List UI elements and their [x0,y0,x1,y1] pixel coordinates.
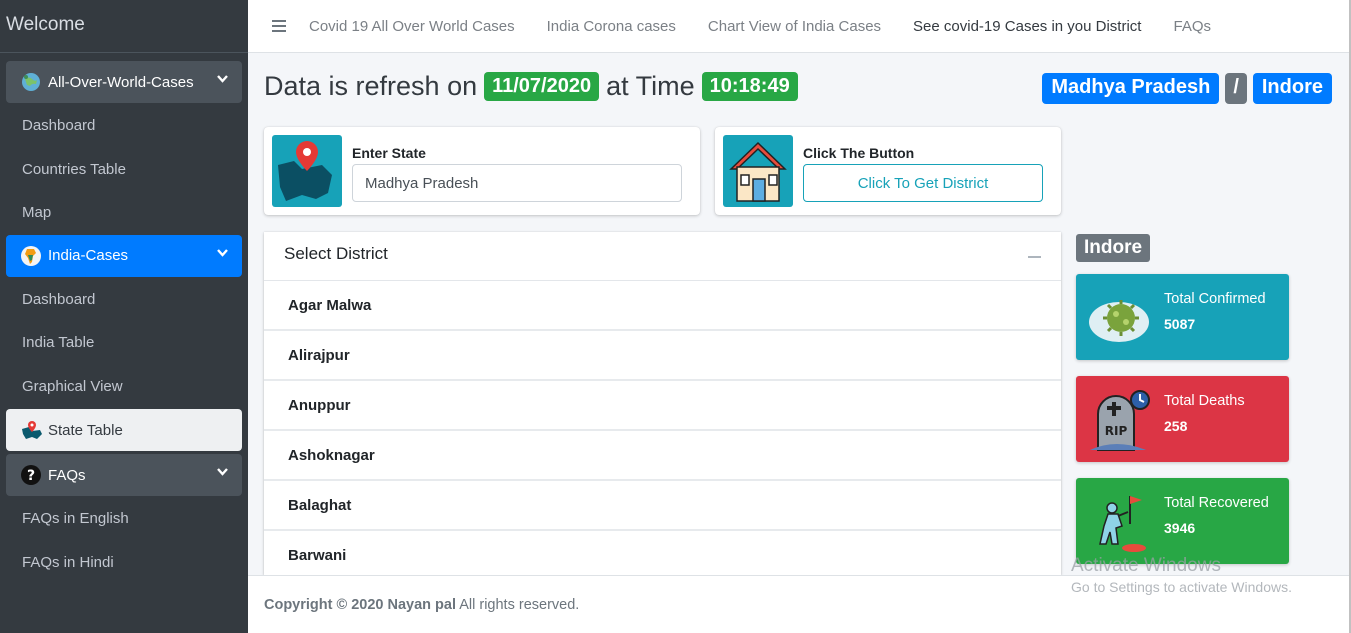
topnav-faqs[interactable]: FAQs [1173,18,1211,35]
watermark-title: Activate Windows [1071,555,1221,576]
sidebar-group-world[interactable]: All-Over-World-Cases [6,61,242,103]
map-pin-icon [272,135,342,207]
sidebar-group-india-label: India-Cases [48,247,129,264]
hamburger-menu-icon[interactable] [272,17,286,35]
chevron-down-icon [217,468,228,476]
india-map-icon [21,245,41,266]
topnav-india-cases[interactable]: India Corona cases [547,18,676,35]
refresh-date-badge: 11/07/2020 [484,72,600,101]
tombstone-icon: RIP [1090,390,1150,451]
sidebar-item-india-dashboard[interactable]: Dashboard [6,278,242,322]
svg-text:?: ? [27,468,35,484]
main-content: Data is refresh on 11/07/2020 at Time 10… [248,53,1349,575]
district-item[interactable]: Alirajpur [264,331,1061,381]
separator-badge: / [1225,73,1247,104]
deaths-card: RIP Total Deaths 258 [1076,376,1289,462]
sidebar-item-world-dashboard[interactable]: Dashboard [6,104,242,148]
selected-district-badge: Indore [1076,234,1151,262]
sidebar-item-map[interactable]: Map [6,191,242,235]
click-button-label: Click The Button [803,145,915,161]
house-icon [723,135,793,207]
state-input[interactable] [352,164,682,202]
get-district-button[interactable]: Click To Get District [803,164,1043,202]
sidebar-item-faqs-hindi[interactable]: FAQs in Hindi [6,541,242,585]
globe-virus-icon [22,73,40,91]
sidebar: Welcome All-Over-World-Cases Dashboard C… [0,0,248,633]
refresh-time-badge: 10:18:49 [701,72,798,101]
confirmed-card: Total Confirmed 5087 [1076,274,1289,360]
refresh-mid: at Time [606,71,695,101]
sidebar-item-graphical-view[interactable]: Graphical View [6,365,242,409]
state-badge: Madhya Pradesh [1042,73,1220,104]
svg-text:RIP: RIP [1105,424,1128,438]
virus-icon [1089,300,1149,342]
district-item[interactable]: Balaghat [264,481,1061,531]
confirmed-title: Total Confirmed [1164,291,1266,307]
climber-flag-icon [1099,496,1146,552]
topnav-world-cases[interactable]: Covid 19 All Over World Cases [309,18,515,35]
sidebar-group-world-label: All-Over-World-Cases [48,73,194,91]
recovered-card: Total Recovered 3946 [1076,478,1289,564]
activate-windows-watermark: Activate Windows Go to Settings to activ… [1071,555,1292,595]
deaths-value: 258 [1164,418,1188,434]
topnav-district-cases[interactable]: See covid-19 Cases in you District [913,18,1141,35]
sidebar-item-countries-table[interactable]: Countries Table [6,148,242,192]
district-list-title: Select District [284,244,388,263]
district-list-header: Select District [264,232,1061,281]
sidebar-group-faqs[interactable]: ? FAQs [6,454,242,496]
top-navbar: Covid 19 All Over World Cases India Coro… [248,0,1351,53]
district-item[interactable]: Anuppur [264,381,1061,431]
enter-state-card: Enter State [264,127,700,215]
recovered-value: 3946 [1164,520,1196,536]
sidebar-item-state-table-label: State Table [48,421,123,439]
sidebar-group-india[interactable]: India-Cases [6,234,242,277]
brand-title[interactable]: Welcome [0,0,248,53]
recovered-title: Total Recovered [1164,495,1269,511]
minimize-icon[interactable] [1028,256,1041,258]
chevron-down-icon [217,248,228,257]
footer-copyright: Copyright © 2020 Nayan pal [264,597,456,613]
district-item[interactable]: Ashoknagar [264,431,1061,481]
chevron-down-icon [217,75,228,83]
sidebar-item-state-table[interactable]: State Table [6,409,242,451]
location-badges: Madhya Pradesh / Indore [1042,73,1332,104]
district-item[interactable]: Agar Malwa [264,281,1061,331]
confirmed-value: 5087 [1164,316,1196,332]
refresh-prefix: Data is refresh on [264,71,478,101]
refresh-headline: Data is refresh on 11/07/2020 at Time 10… [264,71,805,102]
get-district-card: Click The Button Click To Get District [715,127,1061,215]
sidebar-item-india-table[interactable]: India Table [6,321,242,365]
topnav-chart-view[interactable]: Chart View of India Cases [708,18,881,35]
map-pin-icon [22,421,42,439]
sidebar-nav: All-Over-World-Cases Dashboard Countries… [0,53,248,584]
watermark-subtitle: Go to Settings to activate Windows. [1071,579,1292,595]
district-item[interactable]: Barwani [264,531,1061,575]
district-list-card: Select District Agar Malwa Alirajpur Anu… [264,232,1061,575]
footer-rights: All rights reserved. [459,597,580,613]
sidebar-item-faqs-english[interactable]: FAQs in English [6,497,242,541]
deaths-title: Total Deaths [1164,393,1245,409]
district-badge: Indore [1252,73,1332,104]
enter-state-label: Enter State [352,145,426,161]
question-icon: ? [21,465,41,485]
sidebar-group-faqs-label: FAQs [48,466,86,484]
